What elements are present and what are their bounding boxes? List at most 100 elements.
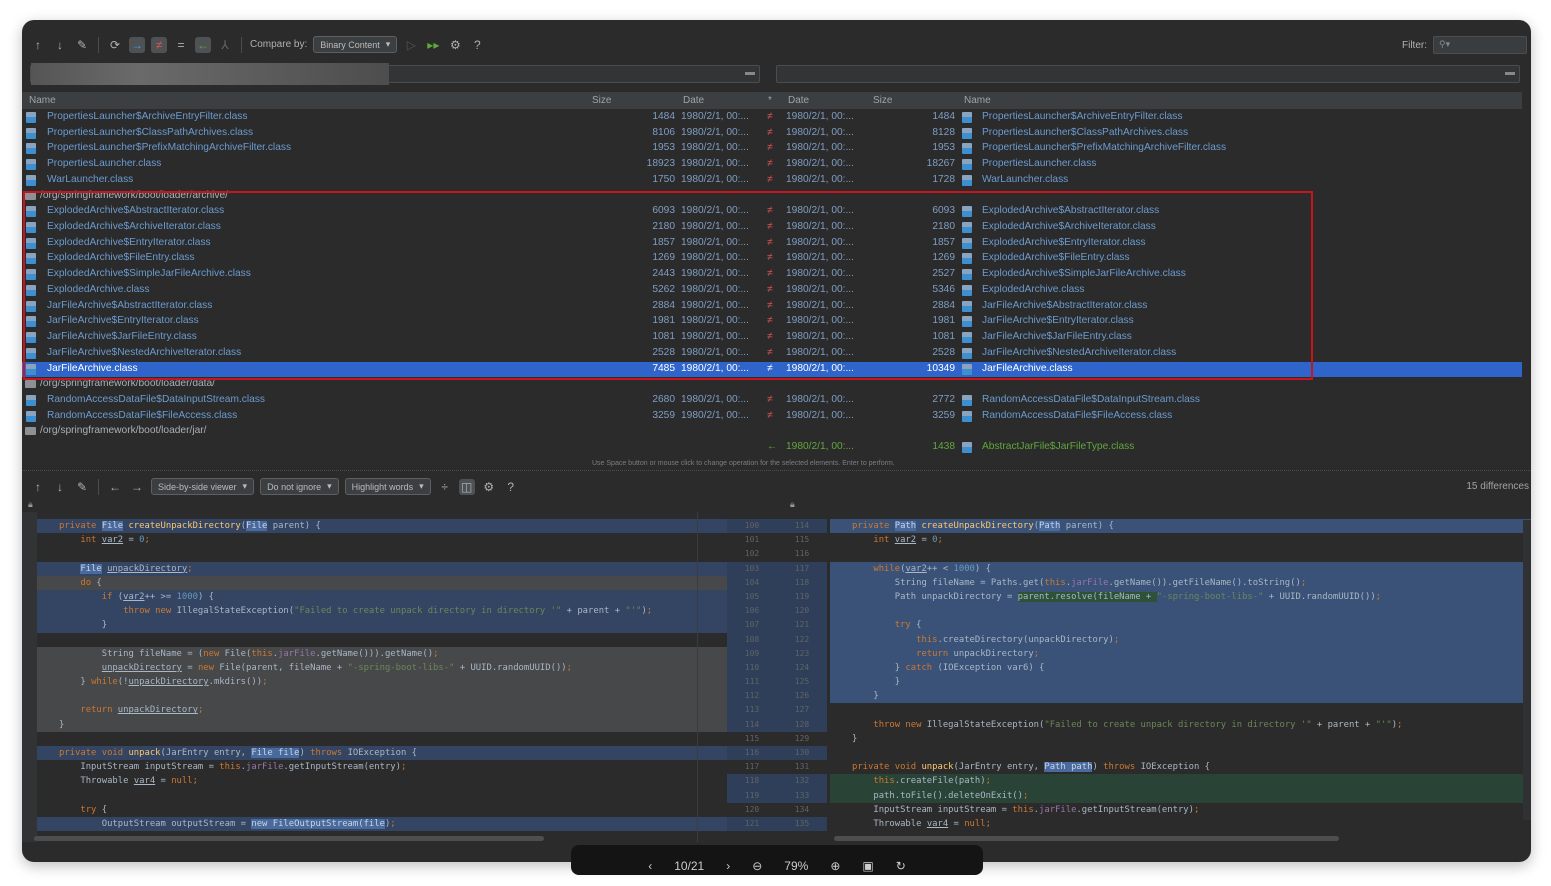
code-line[interactable] [830,703,1531,717]
file-row[interactable]: ExplodedArchive$AbstractIterator.class 60… [22,204,1522,220]
code-line[interactable]: String fileName = (new File(this.jarFile… [37,646,727,661]
file-row[interactable]: ← 1980/2/1, 00:... 1438 AbstractJarFile$Jar… [22,440,1522,456]
code-line[interactable] [830,746,1531,760]
code-line[interactable]: private File createUnpackDirectory(File … [37,519,727,534]
arrow-up-icon[interactable]: ↑ [30,479,46,495]
show-left-only-icon[interactable]: → [129,36,145,53]
code-line[interactable]: while(var2++ < 1000) { [830,561,1531,576]
collapse-unchanged-icon[interactable]: ÷ [437,479,453,495]
col-size-left[interactable]: Size [592,95,611,106]
sync-scroll-icon[interactable]: ◫ [458,478,475,495]
lock-icon[interactable]: 🔒︎ [790,499,795,510]
folder-row[interactable]: /org/springframework/boot/loader/jar/ [22,424,1522,440]
code-line[interactable] [37,732,727,746]
next-page-icon[interactable]: › [726,859,730,873]
file-row[interactable]: PropertiesLauncher$PrefixMatchingArchive… [22,141,1522,157]
code-line[interactable]: InputStream inputStream = this.jarFile.g… [830,803,1531,817]
col-size-right[interactable]: Size [873,95,892,106]
left-code-pane[interactable]: private File createUnpackDirectory (File … [37,519,727,832]
code-line[interactable]: } catch (IOException var6) { [830,660,1531,676]
col-name-left[interactable]: Name [29,95,56,106]
right-path-field[interactable]: ▬ [776,65,1520,83]
code-line[interactable]: if (var2++ >= 1000) { [37,589,727,605]
highlight-dropdown[interactable]: Highlight words ▾ [344,478,431,495]
fit-icon[interactable]: ▣ [862,859,873,873]
file-row[interactable]: PropertiesLauncher.class 18923 1980/2/1, 0… [22,157,1522,173]
help-icon[interactable]: ? [469,37,485,53]
settings-icon[interactable]: ⚙ [447,37,463,53]
file-row[interactable]: RandomAccessDataFile$FileAccess.class 325… [22,409,1522,425]
code-line[interactable]: } [37,618,727,633]
code-line[interactable]: } [830,689,1531,704]
col-date-right[interactable]: Date [788,95,809,106]
file-row[interactable]: JarFileArchive$EntryIterator.class 1981 19… [22,314,1522,330]
vertical-scrollbar[interactable] [1523,520,1531,820]
code-line[interactable]: private void unpack(JarEntry entry, File… [37,746,727,761]
show-equal-icon[interactable]: = [173,37,189,53]
code-line[interactable] [37,547,727,561]
ignore-dropdown[interactable]: Do not ignore ▾ [260,478,339,495]
edit-icon[interactable]: ✎ [74,37,90,53]
col-name-right[interactable]: Name [964,95,991,106]
code-line[interactable]: this.createDirectory(unpackDirectory); [830,632,1531,647]
folder-icon[interactable]: ▬ [745,67,755,78]
right-horizontal-scrollbar[interactable] [834,836,1339,841]
file-row[interactable]: WarLauncher.class 1750 1980/2/1, 00:... ≠ 19… [22,173,1522,189]
file-row[interactable]: ExplodedArchive$FileEntry.class 1269 1980/… [22,251,1522,267]
folder-icon[interactable]: ▬ [1505,67,1515,78]
file-row[interactable]: PropertiesLauncher$ClassPathArchives.cla… [22,126,1522,142]
compare-by-dropdown[interactable]: Binary Content ▾ [313,36,398,53]
edit-icon[interactable]: ✎ [74,479,90,495]
file-row[interactable]: JarFileArchive$AbstractIterator.class 288… [22,299,1522,315]
code-line[interactable]: Path unpackDirectory = parent.resolve(fi… [830,589,1531,605]
right-code-pane[interactable]: private Path createUnpackDirectory(Path … [830,519,1531,831]
file-row[interactable]: ExplodedArchive.class 5262 1980/2/1, 00:..… [22,283,1522,299]
arrow-down-icon[interactable]: ↓ [52,37,68,53]
code-line[interactable] [830,547,1531,561]
code-line[interactable] [830,604,1531,619]
arrow-left-icon[interactable]: ← [107,479,123,495]
zoom-in-icon[interactable]: ⊕ [830,859,840,873]
file-row[interactable]: JarFileArchive$NestedArchiveIterator.cla… [22,346,1522,362]
code-line[interactable]: try { [37,803,727,817]
prev-page-icon[interactable]: ‹ [648,859,652,873]
code-line[interactable]: } [830,675,1531,690]
code-line[interactable]: do { [37,575,727,590]
file-row[interactable]: ExplodedArchive$ArchiveIterator.class 218… [22,220,1522,236]
arrow-down-icon[interactable]: ↓ [52,479,68,495]
file-row[interactable]: JarFileArchive.class 7485 1980/2/1, 00:...… [22,361,1522,378]
left-horizontal-scrollbar[interactable] [34,836,544,841]
code-line[interactable]: } [830,732,1531,746]
rotate-icon[interactable]: ↻ [896,859,906,873]
arrow-right-icon[interactable]: → [129,479,145,495]
file-row[interactable]: RandomAccessDataFile$DataInputStream.cla… [22,393,1522,409]
arrow-up-icon[interactable]: ↑ [30,37,46,53]
gear-icon[interactable]: ⚙ [481,479,497,495]
col-date-left[interactable]: Date [683,95,704,106]
code-line[interactable]: } while(!unpackDirectory.mkdirs()); [37,675,727,690]
code-line[interactable] [37,789,727,803]
code-line[interactable]: unpackDirectory = new File(parent, fileN… [37,660,727,676]
code-line[interactable] [37,633,727,647]
viewer-dropdown[interactable]: Side-by-side viewer ▾ [151,478,255,495]
code-line[interactable]: throw new IllegalStateException("Failed … [37,604,727,619]
folder-row[interactable]: /org/springframework/boot/loader/archive… [22,189,1522,205]
file-row[interactable]: ExplodedArchive$SimpleJarFileArchive.cla… [22,267,1522,283]
file-row[interactable]: JarFileArchive$JarFileEntry.class 1081 198… [22,330,1522,346]
refresh-icon[interactable]: ⟳ [107,37,123,53]
left-path-field[interactable]: ▬ [30,63,760,85]
show-right-only-icon[interactable]: ← [195,36,211,53]
code-line[interactable]: File unpackDirectory; [37,561,727,576]
code-line[interactable] [37,689,727,704]
code-line[interactable]: path.toFile().deleteOnExit(); [830,788,1531,803]
code-line[interactable]: int var2 = 0; [37,533,727,547]
code-line[interactable]: try { [830,618,1531,633]
code-line[interactable]: return unpackDirectory; [830,646,1531,661]
sync-all-icon[interactable]: ▸▸ [425,37,441,53]
lock-icon[interactable]: 🔒︎ [28,499,33,510]
code-line[interactable]: throw new IllegalStateException("Failed … [830,718,1531,732]
sync-selected-icon[interactable]: ▷ [403,37,419,53]
code-line[interactable]: int var2 = 0; [830,533,1531,547]
filter-input[interactable]: ⚲▾ [1433,36,1527,54]
code-line[interactable]: } [37,717,727,732]
